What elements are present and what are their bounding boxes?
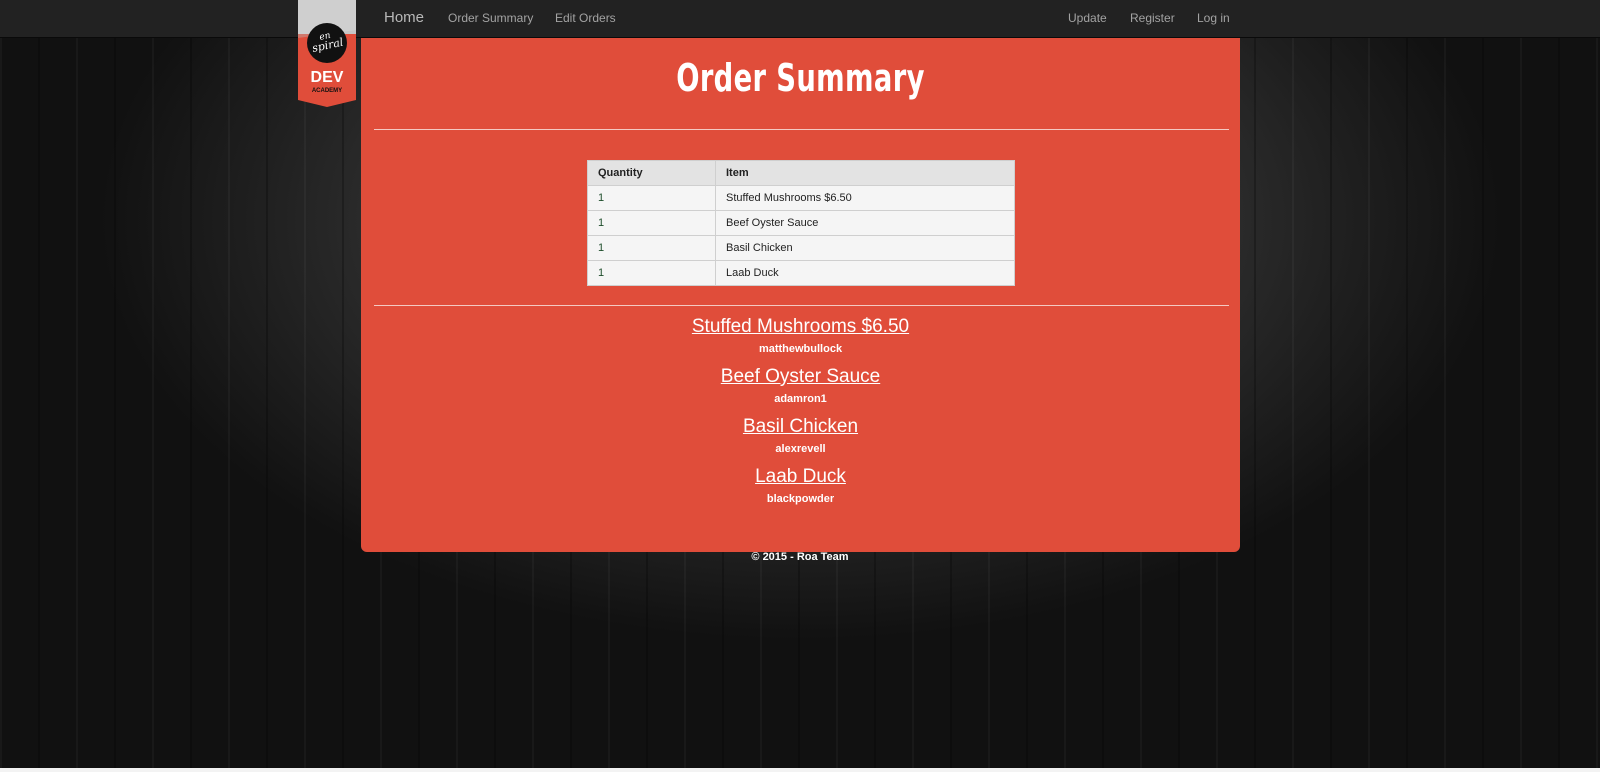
page-title: Order Summary [676, 56, 925, 100]
nav-login-link[interactable]: Log in [1197, 0, 1230, 36]
order-summary-table: Quantity Item 1 Stuffed Mushrooms $6.50 … [587, 160, 1015, 286]
nav-edit-orders-link[interactable]: Edit Orders [555, 0, 616, 36]
divider-top [374, 129, 1229, 130]
nav-update-link[interactable]: Update [1068, 0, 1107, 36]
logo-text-academy: ACADEMY [312, 88, 342, 94]
list-item: Stuffed Mushrooms $6.50 matthewbullock [361, 315, 1240, 365]
order-item-link[interactable]: Basil Chicken [743, 415, 858, 439]
order-item-username: adamron1 [774, 393, 827, 405]
table-header-row: Quantity Item [587, 160, 1015, 186]
list-item: Beef Oyster Sauce adamron1 [361, 365, 1240, 415]
order-item-link[interactable]: Stuffed Mushrooms $6.50 [692, 315, 909, 339]
table-row: 1 Basil Chicken [587, 235, 1015, 261]
footer-copyright: © 2015 - Roa Team [751, 551, 849, 563]
nav-order-summary-link[interactable]: Order Summary [448, 0, 533, 36]
order-items-list: Stuffed Mushrooms $6.50 matthewbullock B… [361, 315, 1240, 515]
list-item: Laab Duck blackpowder [361, 465, 1240, 515]
item-cell: Basil Chicken [715, 235, 1015, 261]
nav-home-link[interactable]: Home [384, 0, 424, 36]
order-item-link[interactable]: Beef Oyster Sauce [721, 365, 880, 389]
top-navbar: Home Order Summary Edit Orders Update Re… [0, 0, 1600, 38]
column-header-quantity: Quantity [587, 160, 716, 186]
item-cell: Stuffed Mushrooms $6.50 [715, 185, 1015, 211]
quantity-cell: 1 [587, 235, 716, 261]
quantity-cell: 1 [587, 260, 716, 286]
item-cell: Beef Oyster Sauce [715, 210, 1015, 236]
page-bottom-strip [0, 768, 1600, 772]
order-item-link[interactable]: Laab Duck [755, 465, 846, 489]
quantity-cell: 1 [587, 210, 716, 236]
list-item: Basil Chicken alexrevell [361, 415, 1240, 465]
item-cell: Laab Duck [715, 260, 1015, 286]
table-row: 1 Beef Oyster Sauce [587, 210, 1015, 236]
order-item-username: alexrevell [775, 443, 826, 455]
divider-middle [374, 305, 1229, 306]
quantity-cell: 1 [587, 185, 716, 211]
nav-register-link[interactable]: Register [1130, 0, 1175, 36]
logo-text-dev: DEV [311, 69, 344, 86]
enspiral-dev-academy-logo[interactable]: en spiral DEV ACADEMY [298, 0, 356, 107]
order-item-username: blackpowder [766, 493, 835, 505]
table-row: 1 Laab Duck [587, 260, 1015, 286]
main-panel: Order Summary Quantity Item 1 Stuffed Mu… [361, 38, 1240, 552]
table-row: 1 Stuffed Mushrooms $6.50 [587, 185, 1015, 211]
column-header-item: Item [715, 160, 1015, 186]
order-item-username: matthewbullock [758, 343, 843, 355]
